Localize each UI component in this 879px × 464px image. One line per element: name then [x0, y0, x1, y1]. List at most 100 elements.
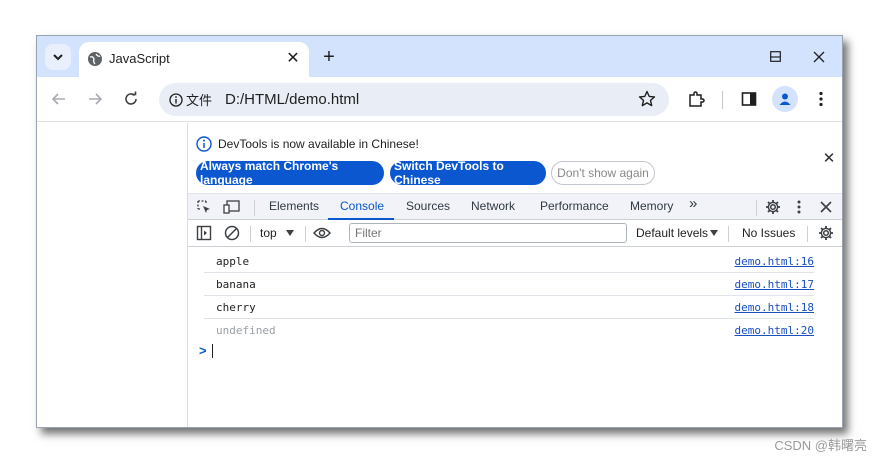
- console-prompt-icon: >: [199, 343, 207, 358]
- more-tabs-icon[interactable]: »: [689, 195, 697, 212]
- clear-console-button[interactable]: [223, 224, 241, 242]
- infobar-message: DevTools is now available in Chinese!: [218, 137, 419, 151]
- dropdown-arrow-icon: [286, 230, 294, 236]
- puzzle-icon: [689, 91, 705, 107]
- site-info-chip[interactable]: 文件: [165, 87, 218, 112]
- dont-show-again-button[interactable]: Don't show again: [551, 161, 655, 185]
- console-row: cherry demo.html:18: [204, 296, 814, 319]
- match-language-button[interactable]: Always match Chrome's language: [196, 159, 384, 187]
- tab-network[interactable]: Network: [471, 199, 515, 213]
- tab-divider: [254, 200, 255, 216]
- globe-icon: [88, 52, 102, 66]
- dropdown-arrow-icon: [710, 230, 718, 236]
- info-icon: [169, 92, 183, 107]
- tab-sources[interactable]: Sources: [406, 199, 450, 213]
- page-viewport[interactable]: [37, 123, 187, 427]
- device-icon: [223, 200, 240, 214]
- context-selector[interactable]: top: [260, 226, 277, 240]
- maximize-button[interactable]: [753, 41, 797, 71]
- source-link[interactable]: demo.html:20: [735, 324, 814, 337]
- console-message: banana: [216, 278, 256, 291]
- gear-icon: [819, 226, 833, 240]
- language-infobar: DevTools is now available in Chinese! Al…: [188, 123, 842, 193]
- reload-icon: [125, 91, 137, 105]
- filter-input[interactable]: [349, 223, 627, 243]
- browser-window: JavaScript ✕ + 文件 D:/HTML/demo.html DevT…: [36, 35, 843, 428]
- issues-button[interactable]: No Issues: [742, 226, 795, 240]
- more-vertical-icon: [797, 200, 801, 214]
- devtools-menu-button[interactable]: [790, 198, 808, 216]
- title-bar: JavaScript ✕ +: [37, 36, 842, 77]
- console-row: apple demo.html:16: [204, 250, 814, 273]
- tab-close-icon[interactable]: ✕: [283, 48, 303, 68]
- toolbar-divider: [722, 91, 723, 109]
- console-divider: [250, 226, 251, 242]
- source-link[interactable]: demo.html:16: [735, 255, 814, 268]
- info-icon: [196, 136, 212, 152]
- eye-icon: [313, 227, 331, 239]
- infobar-close-icon[interactable]: ✕: [821, 150, 837, 167]
- arrow-right-icon: [89, 93, 103, 105]
- tab-performance[interactable]: Performance: [540, 199, 609, 213]
- reload-button[interactable]: [117, 85, 145, 113]
- console-divider: [807, 226, 808, 242]
- chrome-menu-button[interactable]: [808, 86, 834, 112]
- star-icon: [638, 90, 656, 107]
- chip-label: 文件: [186, 93, 213, 108]
- console-row: banana demo.html:17: [204, 273, 814, 296]
- console-input[interactable]: [212, 344, 213, 358]
- clear-icon: [224, 225, 240, 241]
- tab-divider-right: [756, 200, 757, 216]
- tab-memory[interactable]: Memory: [630, 199, 673, 213]
- side-panel-button[interactable]: [736, 86, 762, 112]
- tab-console[interactable]: Console: [340, 199, 384, 213]
- console-message: undefined: [216, 324, 276, 337]
- extensions-button[interactable]: [683, 86, 709, 112]
- console-messages: apple demo.html:16 banana demo.html:17 c…: [188, 250, 842, 342]
- source-link[interactable]: demo.html:17: [735, 278, 814, 291]
- address-bar[interactable]: 文件 D:/HTML/demo.html: [159, 83, 669, 116]
- console-settings-button[interactable]: [817, 224, 835, 242]
- more-vertical-icon: [819, 91, 823, 107]
- back-button[interactable]: [45, 85, 73, 113]
- avatar-icon: [779, 93, 791, 105]
- switch-chinese-button[interactable]: Switch DevTools to Chinese: [390, 159, 546, 187]
- url-text[interactable]: D:/HTML/demo.html: [225, 91, 359, 108]
- console-divider: [305, 226, 306, 242]
- tab-title: JavaScript: [109, 51, 170, 66]
- sidebar-toggle-button[interactable]: [195, 224, 213, 242]
- console-message: apple: [216, 255, 250, 268]
- gear-icon: [766, 200, 780, 214]
- tab-search-button[interactable]: [45, 44, 71, 70]
- sidebar-icon: [196, 225, 212, 241]
- chevron-down-icon: [53, 54, 63, 61]
- close-icon: [813, 51, 825, 63]
- select-element-icon: [197, 200, 210, 213]
- bookmark-star-button[interactable]: [637, 89, 657, 109]
- browser-toolbar: 文件 D:/HTML/demo.html: [37, 77, 842, 122]
- device-toolbar-button[interactable]: [223, 198, 241, 216]
- inspect-element-button[interactable]: [195, 198, 213, 216]
- side-panel-icon: [741, 92, 757, 106]
- profile-button[interactable]: [772, 86, 798, 112]
- watermark: CSDN @韩曙亮: [774, 438, 867, 453]
- live-expression-button[interactable]: [313, 224, 331, 242]
- console-row: undefined demo.html:20: [204, 319, 814, 342]
- arrow-left-icon: [51, 93, 65, 105]
- forward-button[interactable]: [81, 85, 109, 113]
- close-devtools-button[interactable]: [817, 198, 835, 216]
- close-icon: [820, 201, 832, 213]
- maximize-icon: [769, 50, 781, 62]
- console-divider: [728, 226, 729, 242]
- devtools-panel: DevTools is now available in Chinese! Al…: [187, 123, 842, 427]
- devtools-tab-bar: Elements Console Sources Network Perform…: [188, 193, 842, 220]
- console-toolbar: top Default levels No Issues: [188, 220, 842, 247]
- settings-button[interactable]: [764, 198, 782, 216]
- console-message: cherry: [216, 301, 256, 314]
- log-levels-dropdown[interactable]: Default levels: [636, 226, 708, 240]
- new-tab-button[interactable]: +: [317, 45, 341, 69]
- source-link[interactable]: demo.html:18: [735, 301, 814, 314]
- close-window-button[interactable]: [797, 42, 841, 72]
- tab-elements[interactable]: Elements: [269, 199, 319, 213]
- tab-javascript[interactable]: JavaScript ✕: [79, 42, 309, 77]
